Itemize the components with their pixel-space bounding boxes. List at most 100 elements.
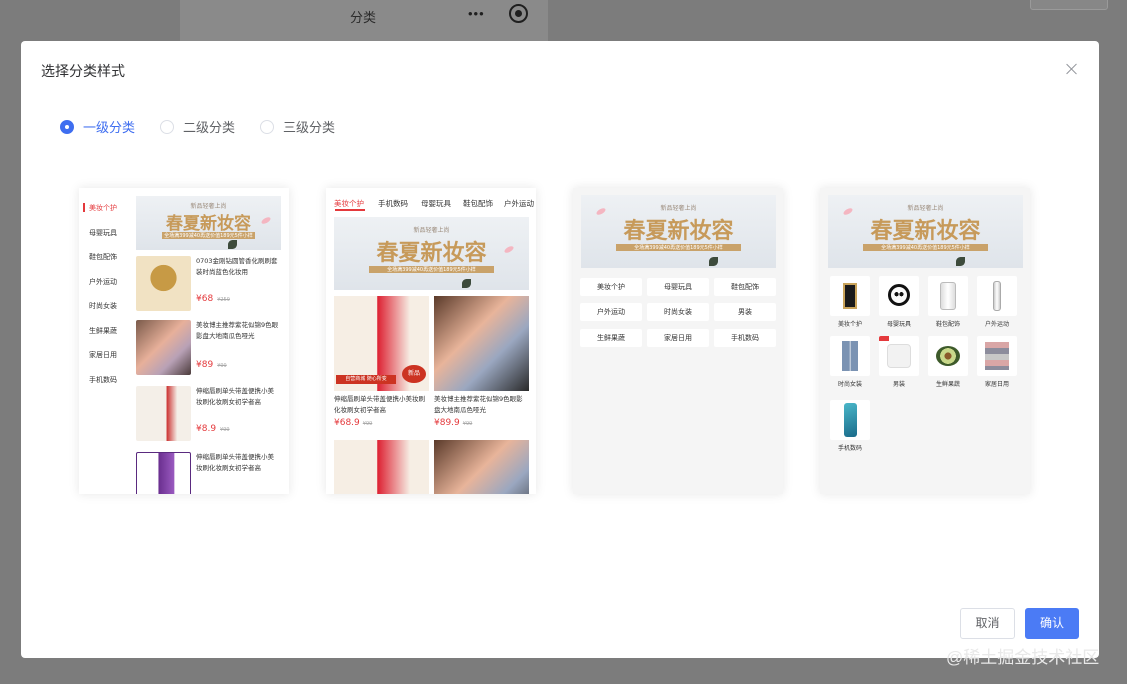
- icon-label: 美妆个护: [837, 321, 862, 328]
- confirm-button[interactable]: 确认: [1025, 608, 1079, 639]
- tab-item: 美妆个护: [334, 199, 364, 208]
- product-name: 伸缩唇刷单头带盖便携小美妆刷化妆刷女初学者高: [196, 453, 274, 472]
- product-thumb: [136, 452, 191, 494]
- icon-label: 手机数码: [837, 445, 862, 452]
- towels-icon: [977, 336, 1017, 376]
- cancel-button[interactable]: 取消: [960, 608, 1015, 639]
- icon-label: 母婴玩具: [886, 321, 911, 328]
- product-name: 0703金刚钻圆管香化刷刷套装时尚蓝色化妆用: [196, 257, 278, 276]
- banner-promo: 全场满399减40再送价值189元5件小样: [863, 244, 988, 251]
- price-value: ¥89: [196, 360, 214, 370]
- category-chip: 生鲜果蔬: [580, 329, 642, 347]
- preview-banner: 新品轻奢上尚 春夏新妆容 全场满399减40再送价值189元5件小样: [136, 196, 281, 250]
- product-thumb: [434, 440, 529, 494]
- makeup-icon: [830, 276, 870, 316]
- price-value: ¥89.9: [434, 418, 460, 428]
- radio-level-3[interactable]: 三级分类: [260, 117, 335, 136]
- style-preview-text-grid[interactable]: 新品轻奢上尚 春夏新妆容 全场满399减40再送价值189元5件小样 美妆个护 …: [573, 188, 783, 494]
- luggage-icon: [928, 276, 968, 316]
- preview-category-sidebar: 美妆个护 母婴玩具 鞋包配饰 户外运动 时尚女装 生鲜果蔬 家居日用 手机数码: [79, 188, 131, 494]
- product-name: 伸缩唇刷单头带盖便携小美妆刷化妆刷女初学者高: [196, 387, 274, 406]
- style-preview-icon-grid[interactable]: 新品轻奢上尚 春夏新妆容 全场满399减40再送价值189元5件小样 美妆个护 …: [820, 188, 1030, 494]
- leaf-decoration: [462, 279, 471, 288]
- banner-promo: 全场满399减40再送价值189元5件小样: [616, 244, 741, 251]
- product-thumb: [334, 440, 429, 494]
- banner-title: 春夏新妆容: [376, 240, 487, 266]
- price-value: ¥68.9: [334, 418, 360, 428]
- phone-icon: [830, 400, 870, 440]
- radio-checked-icon[interactable]: [60, 119, 74, 134]
- tab-underline: [335, 209, 365, 211]
- price-value: ¥8.9: [196, 424, 217, 434]
- tab-item: 户外运动: [504, 199, 534, 208]
- product-name: 美妆博主推荐紫花似锦9色眼影盘大地南瓜色哑光: [196, 321, 279, 340]
- style-preview-sidebar-list[interactable]: 美妆个护 母婴玩具 鞋包配饰 户外运动 时尚女装 生鲜果蔬 家居日用 手机数码 …: [79, 188, 289, 494]
- preview-banner: 新品轻奢上尚 春夏新妆容 全场满399减40再送价值189元5件小样: [828, 195, 1023, 268]
- close-icon[interactable]: [1064, 61, 1080, 77]
- price-value: ¥68: [196, 294, 214, 304]
- category-chip: 男装: [714, 303, 776, 321]
- sidebar-item: 鞋包配饰: [89, 253, 117, 261]
- product-tag: 自营商城 随心所变: [336, 375, 396, 384]
- product-price: ¥68.9 ¥99: [334, 418, 372, 428]
- category-chip: 家居日用: [647, 329, 709, 347]
- category-chip: 时尚女装: [647, 303, 709, 321]
- avocado-icon: [928, 336, 968, 376]
- radio-level-1[interactable]: 一级分类: [60, 117, 135, 136]
- jeans-icon: [830, 336, 870, 376]
- category-chip: 户外运动: [580, 303, 642, 321]
- water-bottle-icon: [977, 276, 1017, 316]
- old-price: ¥99: [220, 427, 230, 433]
- old-price: ¥99: [362, 421, 373, 427]
- icon-label: 生鲜果蔬: [935, 381, 960, 388]
- banner-title: 春夏新妆容: [623, 218, 734, 244]
- radio-label: 二级分类: [183, 120, 236, 135]
- category-style-dialog: 选择分类样式 一级分类 二级分类 三级分类 美妆个护 母婴玩具 鞋包配饰 户外运…: [21, 41, 1099, 658]
- product-name: 伸缩唇刷单头带盖便携小美妆刷化妆刷女初学者高: [334, 395, 425, 414]
- sidebar-item: 母婴玩具: [89, 229, 117, 237]
- radio-level-2[interactable]: 二级分类: [160, 117, 235, 136]
- sidebar-item: 户外运动: [89, 278, 117, 286]
- product-price: ¥8.9 ¥99: [196, 424, 230, 434]
- icon-label: 家居日用: [984, 381, 1009, 388]
- product-price: ¥68 ¥259: [196, 294, 230, 304]
- preview-banner: 新品轻奢上尚 春夏新妆容 全场满399减40再送价值189元5件小样: [334, 217, 529, 290]
- tab-item: 手机数码: [378, 199, 408, 208]
- tab-item: 母婴玩具: [421, 199, 451, 208]
- panda-toy-icon: [879, 276, 919, 316]
- category-chip: 母婴玩具: [647, 278, 709, 296]
- radio-unchecked-icon[interactable]: [260, 119, 274, 134]
- radio-label: 一级分类: [83, 120, 136, 135]
- sidebar-item: 时尚女装: [89, 302, 117, 310]
- watermark: @稀土掘金技术社区: [946, 648, 1100, 667]
- leaf-decoration: [709, 257, 718, 266]
- banner-subtitle: 新品轻奢上尚: [907, 205, 944, 212]
- category-chip: 手机数码: [714, 329, 776, 347]
- product-thumb: [136, 256, 191, 311]
- old-price: ¥259: [217, 297, 230, 303]
- banner-subtitle: 新品轻奢上尚: [413, 227, 450, 234]
- style-preview-tabs-grid[interactable]: 美妆个护 手机数码 母婴玩具 鞋包配饰 户外运动 新品轻奢上尚 春夏新妆容 全场…: [326, 188, 536, 494]
- product-name: 美妆博主推荐紫花似锦9色眼影盘大地南瓜色哑光: [434, 395, 523, 414]
- sidebar-item: 家居日用: [89, 351, 117, 359]
- old-price: ¥99: [462, 421, 473, 427]
- sidebar-item: 生鲜果蔬: [89, 327, 117, 335]
- banner-promo: 全场满399减40再送价值189元5件小样: [369, 266, 494, 273]
- background-button: [1030, 0, 1108, 10]
- radio-unchecked-icon[interactable]: [160, 119, 174, 134]
- sidebar-item: 手机数码: [89, 376, 117, 384]
- category-chip: 美妆个护: [580, 278, 642, 296]
- more-dots-icon: •••: [468, 6, 485, 21]
- sweater-icon: [879, 336, 919, 376]
- category-chip: 鞋包配饰: [714, 278, 776, 296]
- icon-label: 时尚女装: [837, 381, 862, 388]
- icon-label: 鞋包配饰: [935, 321, 960, 328]
- old-price: ¥99: [217, 363, 227, 369]
- icon-label: 户外运动: [984, 321, 1009, 328]
- product-price: ¥89 ¥99: [196, 360, 227, 370]
- leaf-decoration: [228, 240, 237, 249]
- dialog-title: 选择分类样式: [41, 63, 125, 79]
- target-icon: [509, 4, 528, 23]
- new-badge: 新品: [402, 365, 426, 383]
- banner-subtitle: 新品轻奢上尚: [660, 205, 697, 212]
